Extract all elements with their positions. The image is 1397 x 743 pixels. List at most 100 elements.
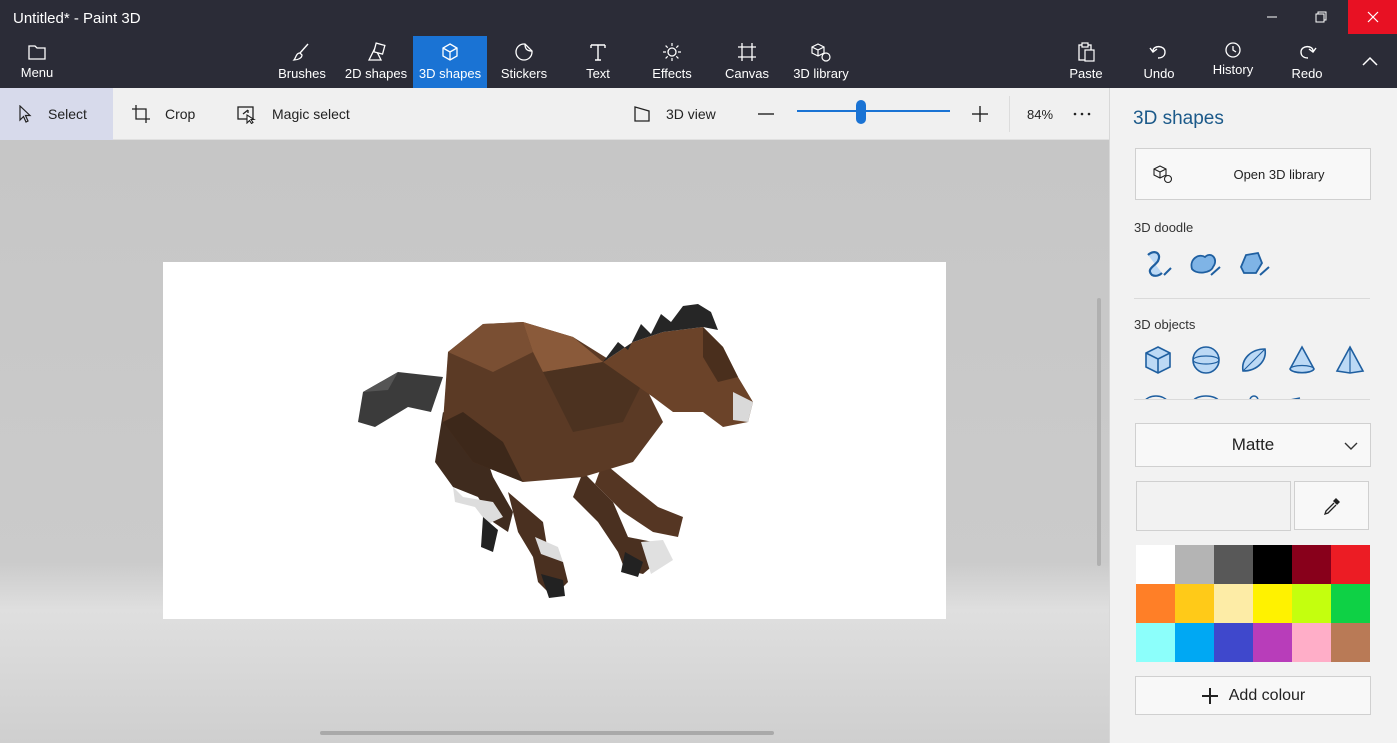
colour-swatch[interactable] [1136,623,1175,662]
colour-swatch[interactable] [1175,623,1214,662]
redo-button[interactable]: Redo [1286,36,1328,88]
minus-icon [758,113,774,115]
paste-button[interactable]: Paste [1064,36,1108,88]
tab-label: 3D library [793,66,849,81]
colour-swatch[interactable] [1253,584,1292,623]
crop-label: Crop [165,106,196,122]
3d-library-icon [811,43,831,62]
horse-tail [358,372,443,427]
tab-stickers[interactable]: Stickers [496,36,552,88]
plus-icon [1201,687,1218,704]
toolbar-divider [1009,96,1010,132]
3d-view-icon [634,106,650,122]
cube-icon[interactable] [1141,343,1175,377]
capsule-icon[interactable] [1237,343,1271,377]
paste-label: Paste [1069,66,1103,81]
tab-label: Stickers [500,66,548,81]
crop-tool[interactable]: Crop [131,88,195,140]
zoom-percent: 84% [1027,106,1054,122]
3d-doodle-label: 3D doodle [1134,220,1194,235]
tab-effects[interactable]: Effects [647,36,697,88]
history-button[interactable]: History [1208,36,1258,88]
redo-icon [1300,45,1317,59]
magic-select-tool[interactable]: Magic select [236,88,350,140]
drawing-canvas[interactable] [163,262,946,619]
magic-select-label: Magic select [272,106,350,122]
zoom-slider-thumb[interactable] [856,100,867,124]
open-3d-library-label: Open 3D library [1233,166,1325,182]
minimize-icon [1267,16,1277,18]
tab-2d-shapes[interactable]: 2D shapes [340,36,412,88]
tab-label: Text [586,66,610,81]
brush-icon [292,43,309,61]
sharp-edge-doodle-icon[interactable] [1140,247,1174,281]
horizontal-scrollbar[interactable] [320,731,774,735]
colour-swatch[interactable] [1136,584,1175,623]
colour-swatch[interactable] [1292,545,1331,584]
tool-options-bar: Select Crop Magic select 3D view 84% [0,88,1109,140]
open-3d-library-button[interactable]: Open 3D library [1135,148,1371,200]
restore-icon [1315,11,1327,23]
colour-swatch[interactable] [1214,584,1253,623]
tab-text[interactable]: Text [577,36,619,88]
colour-swatch[interactable] [1331,545,1370,584]
tab-label: 2D shapes [344,66,408,81]
tab-label: Canvas [724,66,770,81]
pyramid-icon[interactable] [1333,343,1367,377]
restore-button[interactable] [1297,0,1345,34]
colour-swatch[interactable] [1136,545,1175,584]
add-colour-button[interactable]: Add colour [1135,676,1371,715]
colour-swatch[interactable] [1331,623,1370,662]
soft-edge-doodle-icon[interactable] [1187,247,1221,281]
tab-3d-library[interactable]: 3D library [790,36,852,88]
zoom-slider-track[interactable] [797,110,950,112]
tab-label: Effects [652,66,692,81]
menu-button[interactable]: Menu [10,36,64,88]
material-dropdown[interactable]: Matte [1135,423,1371,467]
colour-swatch[interactable] [1292,584,1331,623]
cone-icon[interactable] [1285,343,1319,377]
minimize-button[interactable] [1248,0,1296,34]
colour-swatch[interactable] [1292,623,1331,662]
close-button[interactable] [1348,0,1397,34]
sphere-icon[interactable] [1189,343,1223,377]
3d-objects-label: 3D objects [1134,317,1196,332]
cursor-icon [19,105,32,123]
history-label: History [1212,62,1254,77]
tab-canvas[interactable]: Canvas [722,36,772,88]
undo-button[interactable]: Undo [1138,36,1180,88]
history-icon [1225,42,1241,58]
colour-swatch[interactable] [1253,545,1292,584]
sticker-icon [515,43,533,61]
more-options-button[interactable] [1072,88,1106,140]
colour-swatch[interactable] [1253,623,1292,662]
close-icon [1367,11,1378,23]
vertical-scrollbar[interactable] [1097,298,1101,566]
undo-label: Undo [1143,66,1175,81]
tube-doodle-icon[interactable] [1236,247,1270,281]
tab-label: 3D shapes [418,66,482,81]
colour-swatch[interactable] [1175,545,1214,584]
folder-icon [28,45,46,60]
text-icon [590,44,606,61]
select-label: Select [48,106,87,122]
collapse-ribbon-button[interactable] [1348,44,1392,78]
3d-horse-model[interactable] [163,262,946,619]
paste-icon [1078,42,1095,62]
2d-shapes-icon [367,42,386,61]
zoom-in-button[interactable] [970,88,1004,140]
select-tool[interactable]: Select [0,88,113,140]
chevron-up-icon [1362,56,1378,66]
panel-title: 3D shapes [1133,108,1224,129]
3d-view-toggle[interactable]: 3D view [632,88,716,140]
colour-swatch[interactable] [1331,584,1370,623]
eyedropper-button[interactable] [1294,481,1369,530]
title-bar: Untitled* - Paint 3D Menu Brushes 2D sha… [0,0,1397,88]
tab-brushes[interactable]: Brushes [276,36,328,88]
zoom-out-button[interactable] [756,88,790,140]
colour-swatch[interactable] [1214,623,1253,662]
colour-swatch[interactable] [1214,545,1253,584]
tab-3d-shapes[interactable]: 3D shapes [413,36,487,88]
panel-divider [1134,399,1370,400]
colour-swatch[interactable] [1175,584,1214,623]
